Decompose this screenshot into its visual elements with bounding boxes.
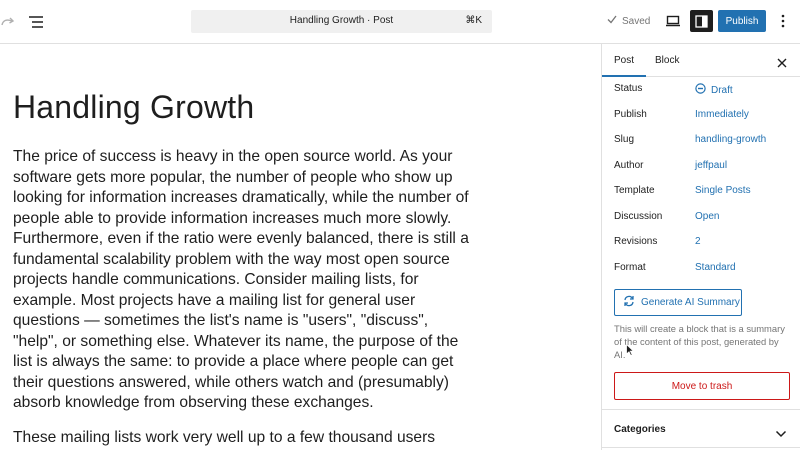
paragraph-block[interactable]: These mailing lists work very well up to… [13, 428, 471, 450]
tab-block[interactable]: Block [655, 55, 679, 66]
slug-row: Slug handling-growth [614, 134, 794, 148]
panel-divider [602, 409, 800, 410]
discussion-row: Discussion Open [614, 211, 794, 225]
generate-ai-summary-label: Generate AI Summary [641, 297, 740, 308]
author-value[interactable]: jeffpaul [695, 160, 727, 171]
editor-header: Handling Growth · Post ⌘K Saved Publish [0, 0, 800, 44]
refresh-icon [623, 295, 635, 310]
command-palette-bar[interactable]: Handling Growth · Post ⌘K [191, 10, 492, 33]
chevron-down-icon[interactable] [775, 425, 787, 438]
shortcut-hint: ⌘K [465, 15, 482, 26]
saved-state: Saved [607, 14, 650, 28]
mouse-cursor-icon [626, 343, 635, 357]
check-icon [607, 15, 617, 27]
desktop-preview-icon[interactable] [664, 10, 682, 32]
editor-canvas[interactable]: Handling Growth The price of success is … [0, 45, 601, 450]
generate-ai-summary-button[interactable]: Generate AI Summary [614, 289, 742, 316]
document-overview-icon[interactable] [24, 10, 48, 34]
panel-divider [602, 447, 800, 448]
close-icon[interactable] [777, 55, 789, 68]
status-label: Status [614, 83, 643, 94]
post-title[interactable]: Handling Growth [13, 89, 254, 126]
saved-label: Saved [622, 15, 651, 27]
paragraph-block[interactable]: The price of success is heavy in the ope… [13, 147, 471, 414]
status-value-text: Draft [711, 84, 733, 96]
discussion-label: Discussion [614, 211, 663, 222]
settings-sidebar: Post Block Status Draft Publish Immediat… [601, 44, 800, 450]
settings-sidebar-icon[interactable] [690, 10, 713, 32]
author-row: Author jeffpaul [614, 160, 794, 174]
publish-row: Publish Immediately [614, 109, 794, 123]
discussion-value[interactable]: Open [695, 211, 719, 222]
template-label: Template [614, 185, 655, 196]
sidebar-tabs: Post Block [602, 44, 800, 77]
format-row: Format Standard [614, 262, 794, 276]
redo-icon[interactable] [0, 10, 16, 34]
status-value[interactable]: Draft [695, 83, 733, 97]
tab-post[interactable]: Post [614, 55, 634, 66]
generate-help-text: This will create a block that is a summa… [614, 323, 785, 360]
template-value[interactable]: Single Posts [695, 185, 751, 196]
active-tab-indicator [602, 75, 646, 77]
template-row: Template Single Posts [614, 185, 794, 199]
more-options-icon[interactable] [774, 10, 792, 32]
draft-status-icon [695, 83, 706, 97]
publish-value[interactable]: Immediately [695, 109, 749, 120]
slug-value[interactable]: handling-growth [695, 134, 766, 145]
format-value[interactable]: Standard [695, 262, 736, 273]
author-label: Author [614, 160, 644, 171]
revisions-label: Revisions [614, 236, 658, 247]
publish-button[interactable]: Publish [718, 10, 766, 32]
categories-panel-title[interactable]: Categories [614, 424, 666, 435]
status-row: Status Draft [614, 83, 794, 97]
move-to-trash-button[interactable]: Move to trash [614, 372, 790, 400]
publish-label: Publish [614, 109, 647, 120]
document-title: Handling Growth · Post [289, 15, 394, 26]
format-label: Format [614, 262, 646, 273]
revisions-value[interactable]: 2 [695, 236, 701, 247]
slug-label: Slug [614, 134, 635, 145]
revisions-row: Revisions 2 [614, 236, 794, 250]
